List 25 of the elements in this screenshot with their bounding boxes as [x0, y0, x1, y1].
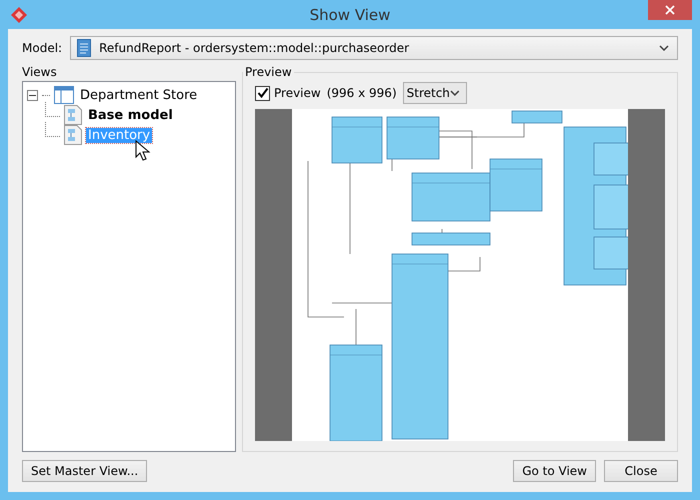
preview-checkbox[interactable]: Preview — [255, 86, 321, 100]
preview-heading: Preview — [244, 65, 293, 79]
close-icon — [665, 5, 675, 15]
model-label: Model: — [22, 41, 62, 55]
scale-dropdown[interactable]: Stretch — [402, 82, 467, 104]
diagram-file-icon — [64, 105, 82, 125]
table-icon — [54, 86, 74, 104]
caret-icon — [659, 45, 669, 51]
close-button[interactable] — [648, 0, 692, 20]
tree-item[interactable]: Base model — [86, 108, 175, 122]
set-master-view-button[interactable]: Set Master View... — [22, 460, 148, 482]
tree-item[interactable]: Department Store — [78, 88, 200, 102]
model-dropdown[interactable]: RefundReport - ordersystem::model::purchaseorder — [70, 36, 678, 60]
image-size-text: (996 x 996) — [326, 86, 397, 100]
collapse-toggle[interactable] — [27, 90, 38, 100]
dialog-button[interactable]: Close — [604, 460, 678, 482]
mouse-pointer-icon — [135, 140, 151, 162]
checkmark-icon — [256, 87, 268, 99]
document-icon — [77, 39, 92, 57]
caret-icon — [450, 90, 460, 96]
window-title: Show View — [308, 6, 392, 24]
views-heading: Views — [22, 65, 58, 79]
diagram-file-icon — [64, 125, 82, 145]
app-logo-icon — [10, 6, 28, 24]
dialog-button[interactable]: Go to View — [513, 460, 596, 482]
